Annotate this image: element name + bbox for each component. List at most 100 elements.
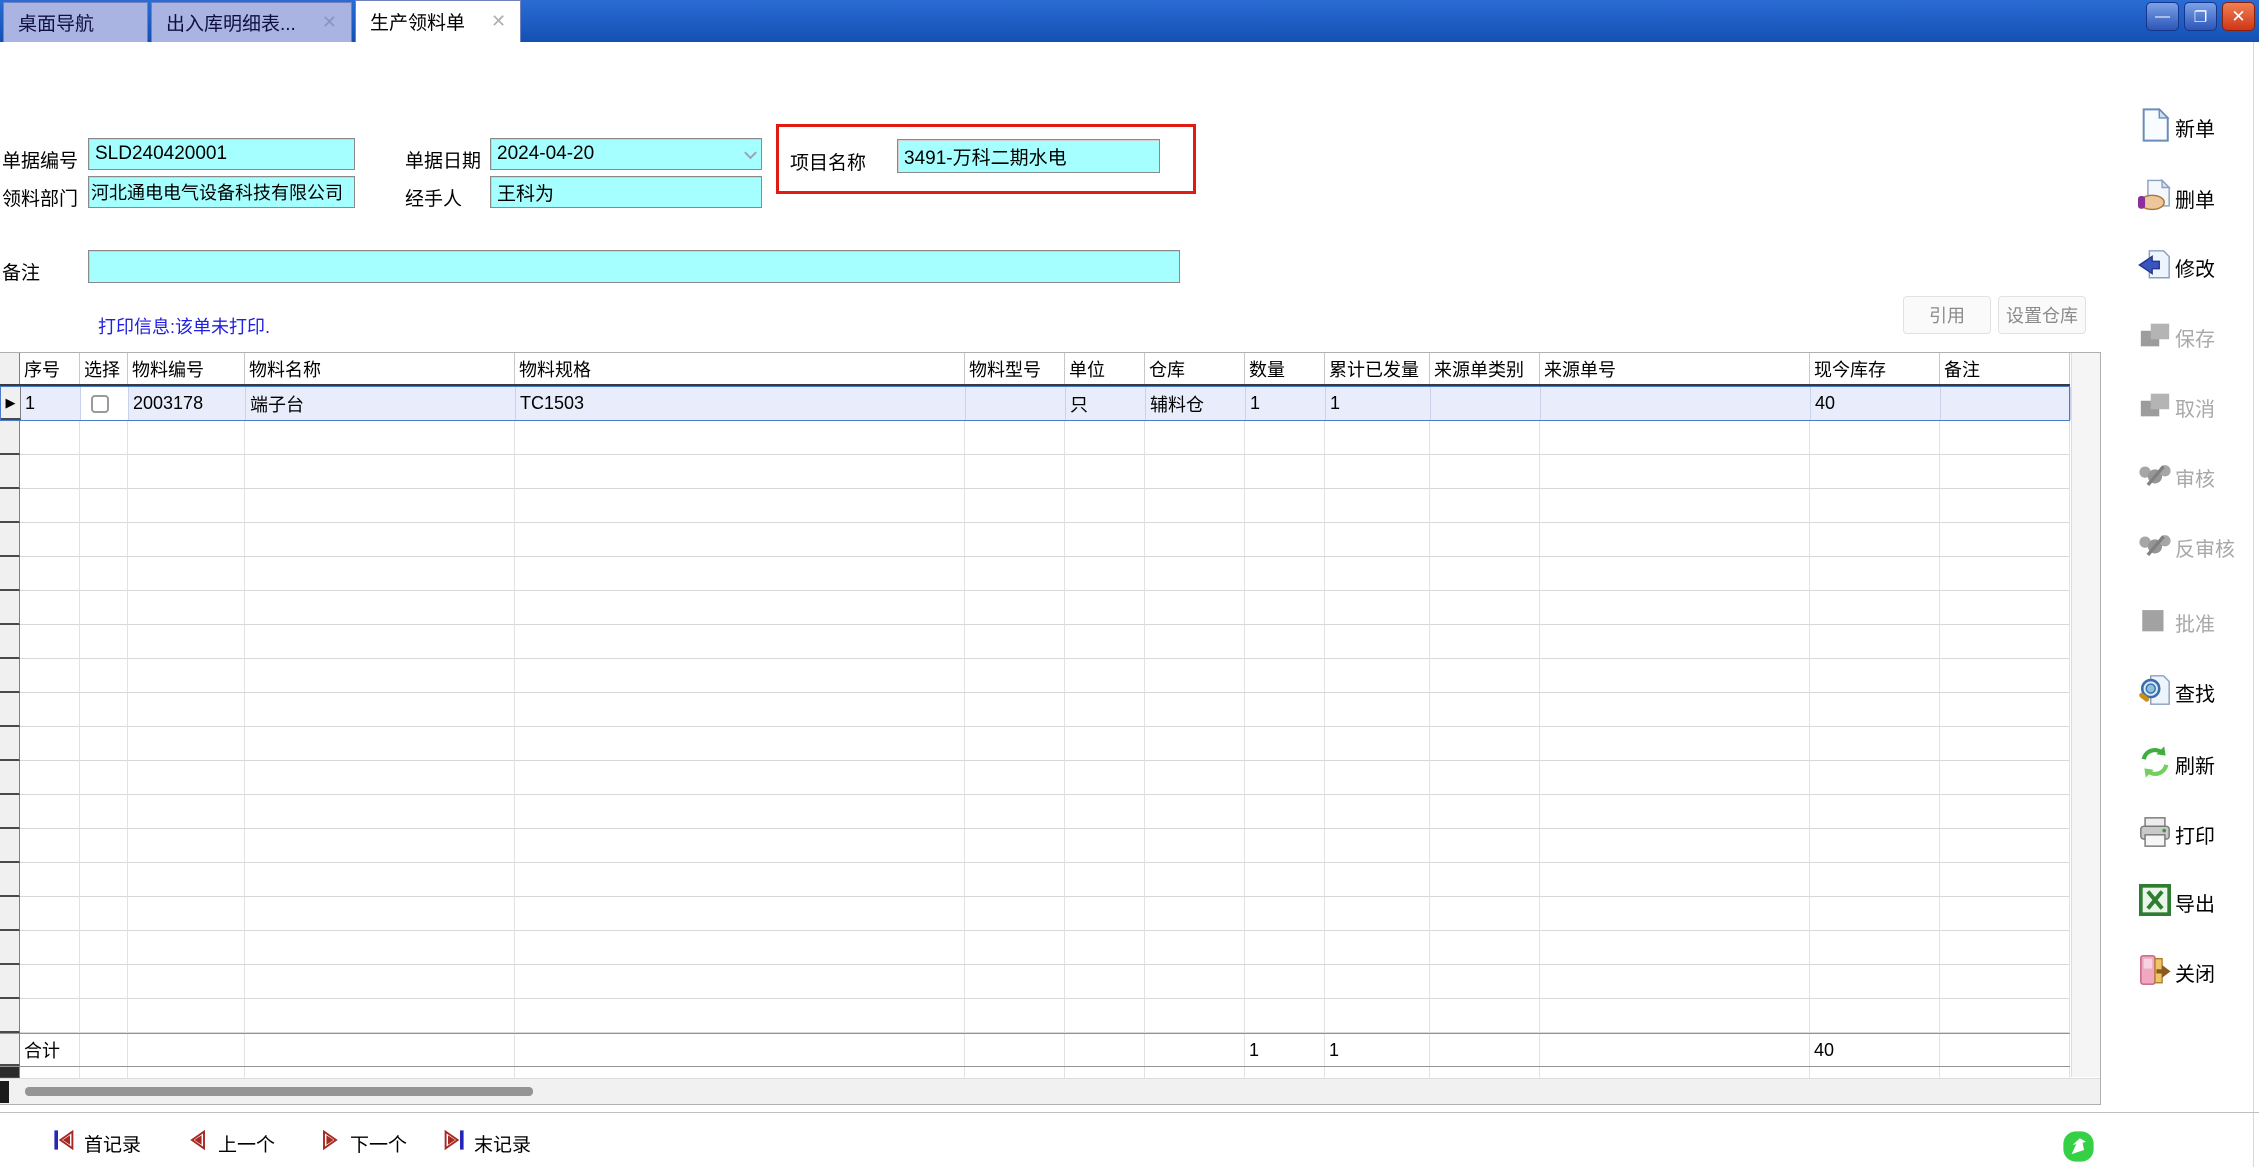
empty-row[interactable]: [0, 829, 2070, 863]
empty-row[interactable]: [0, 625, 2070, 659]
empty-cell: [1810, 693, 1940, 727]
empty-cell: [1245, 863, 1325, 897]
tab-3[interactable]: 生产领料单 ✕: [355, 0, 521, 42]
record-nav-prev[interactable]: 上一个: [186, 1128, 275, 1158]
empty-row[interactable]: [0, 489, 2070, 523]
record-nav-label: 首记录: [84, 1130, 141, 1157]
empty-cell: [20, 421, 80, 455]
empty-cell: [1065, 659, 1145, 693]
department-field[interactable]: 河北通电电气设备科技有限公司: [88, 176, 355, 208]
sidebar-button-export-excel-12[interactable]: 导出: [2138, 883, 2215, 922]
horizontal-scroll-thumb[interactable]: [25, 1087, 533, 1096]
empty-row[interactable]: [0, 897, 2070, 931]
cell-model: [966, 387, 1066, 420]
minimize-button[interactable]: —: [2146, 2, 2179, 31]
row-indicator-cell: [0, 761, 20, 795]
sidebar-button-close-door-13[interactable]: 关闭: [2138, 953, 2215, 992]
total-cell-warehouse: [1145, 1034, 1245, 1066]
row-indicator-cell: [0, 1034, 20, 1066]
remark-field[interactable]: [88, 250, 1180, 283]
tab-close-icon[interactable]: ✕: [322, 12, 337, 33]
empty-cell: [1245, 455, 1325, 489]
empty-cell: [1940, 761, 2070, 795]
row-indicator-cell: [0, 897, 20, 931]
row-indicator-cell: [0, 795, 20, 829]
record-nav-next[interactable]: 下一个: [318, 1128, 407, 1158]
empty-cell: [1245, 999, 1325, 1033]
tab-2[interactable]: 出入库明细表...✕: [151, 2, 352, 42]
sidebar-button-delete-doc-2[interactable]: 删单: [2138, 179, 2215, 218]
empty-row[interactable]: [0, 455, 2070, 489]
tab-label: 生产领料单: [370, 8, 465, 35]
project-field[interactable]: 3491-万科二期水电: [897, 139, 1160, 173]
sidebar-button-new-doc-1[interactable]: 新单: [2138, 108, 2215, 147]
quote-button[interactable]: 引用: [1903, 296, 1991, 334]
empty-cell: [1940, 659, 2070, 693]
delete-doc-icon: [2138, 179, 2172, 218]
empty-row[interactable]: [0, 523, 2070, 557]
empty-cell: [965, 965, 1065, 999]
empty-cell: [1810, 659, 1940, 693]
empty-cell: [1065, 999, 1145, 1033]
empty-row[interactable]: [0, 693, 2070, 727]
empty-cell: [1810, 965, 1940, 999]
empty-cell: [965, 489, 1065, 523]
chevron-down-icon[interactable]: [744, 147, 757, 160]
empty-row[interactable]: [0, 591, 2070, 625]
empty-cell: [80, 761, 128, 795]
row-select-checkbox[interactable]: [91, 395, 109, 413]
empty-cell: [965, 591, 1065, 625]
empty-cell: [245, 999, 515, 1033]
cell-stock: 40: [1811, 387, 1941, 420]
cell-qty: 1: [1246, 387, 1326, 420]
tab-close-icon[interactable]: ✕: [491, 11, 506, 32]
empty-row[interactable]: [0, 761, 2070, 795]
row-indicator-cell: [0, 727, 20, 761]
empty-cell: [965, 999, 1065, 1033]
record-nav-last[interactable]: 末记录: [442, 1128, 531, 1158]
tab-1[interactable]: 桌面导航: [3, 2, 148, 42]
folder-gray-icon: [2138, 388, 2172, 427]
column-header-remark: 备注: [1940, 353, 2070, 384]
share-status-icon[interactable]: [2062, 1130, 2095, 1163]
sidebar-button-refresh-10[interactable]: 刷新: [2138, 745, 2215, 784]
empty-cell: [128, 761, 245, 795]
empty-cell: [1940, 897, 2070, 931]
record-nav-first[interactable]: 首记录: [52, 1128, 141, 1158]
doc-no-field[interactable]: SLD240420001: [88, 138, 355, 170]
empty-row[interactable]: [0, 421, 2070, 455]
total-cell-spec: [515, 1034, 965, 1066]
set-warehouse-button[interactable]: 设置仓库: [1998, 296, 2086, 334]
close-button[interactable]: ✕: [2222, 2, 2255, 31]
empty-row[interactable]: [0, 931, 2070, 965]
empty-cell: [1430, 625, 1540, 659]
empty-cell: [1245, 659, 1325, 693]
empty-row[interactable]: [0, 965, 2070, 999]
sidebar-button-modify-doc-3[interactable]: 修改: [2138, 248, 2215, 287]
vertical-scrollbar[interactable]: [2071, 353, 2100, 1077]
empty-cell: [1145, 727, 1245, 761]
empty-cell: [1940, 829, 2070, 863]
empty-cell: [1145, 523, 1245, 557]
empty-row[interactable]: [0, 863, 2070, 897]
empty-row[interactable]: [0, 795, 2070, 829]
empty-row[interactable]: [0, 999, 2070, 1033]
sidebar-button-print-11[interactable]: 打印: [2138, 815, 2215, 854]
horizontal-scrollbar[interactable]: [0, 1078, 2100, 1104]
empty-row[interactable]: [0, 659, 2070, 693]
empty-cell: [80, 455, 128, 489]
doc-date-field[interactable]: 2024-04-20: [490, 138, 762, 170]
empty-cell: [1325, 761, 1430, 795]
empty-cell: [1145, 659, 1245, 693]
cell-code: 2003178: [129, 387, 246, 420]
restore-button[interactable]: ❐: [2184, 2, 2217, 31]
total-cell-issued: 1: [1325, 1034, 1430, 1066]
table-row[interactable]: ▶12003178端子台TC1503只辅料仓1140: [0, 386, 2070, 421]
handler-field[interactable]: 王科为: [490, 176, 762, 208]
empty-row[interactable]: [0, 557, 2070, 591]
empty-cell: [1540, 965, 1810, 999]
empty-row[interactable]: [0, 727, 2070, 761]
empty-cell: [1065, 523, 1145, 557]
sidebar-button-find-9[interactable]: 查找: [2138, 673, 2215, 712]
column-header-src_no: 来源单号: [1540, 353, 1810, 384]
